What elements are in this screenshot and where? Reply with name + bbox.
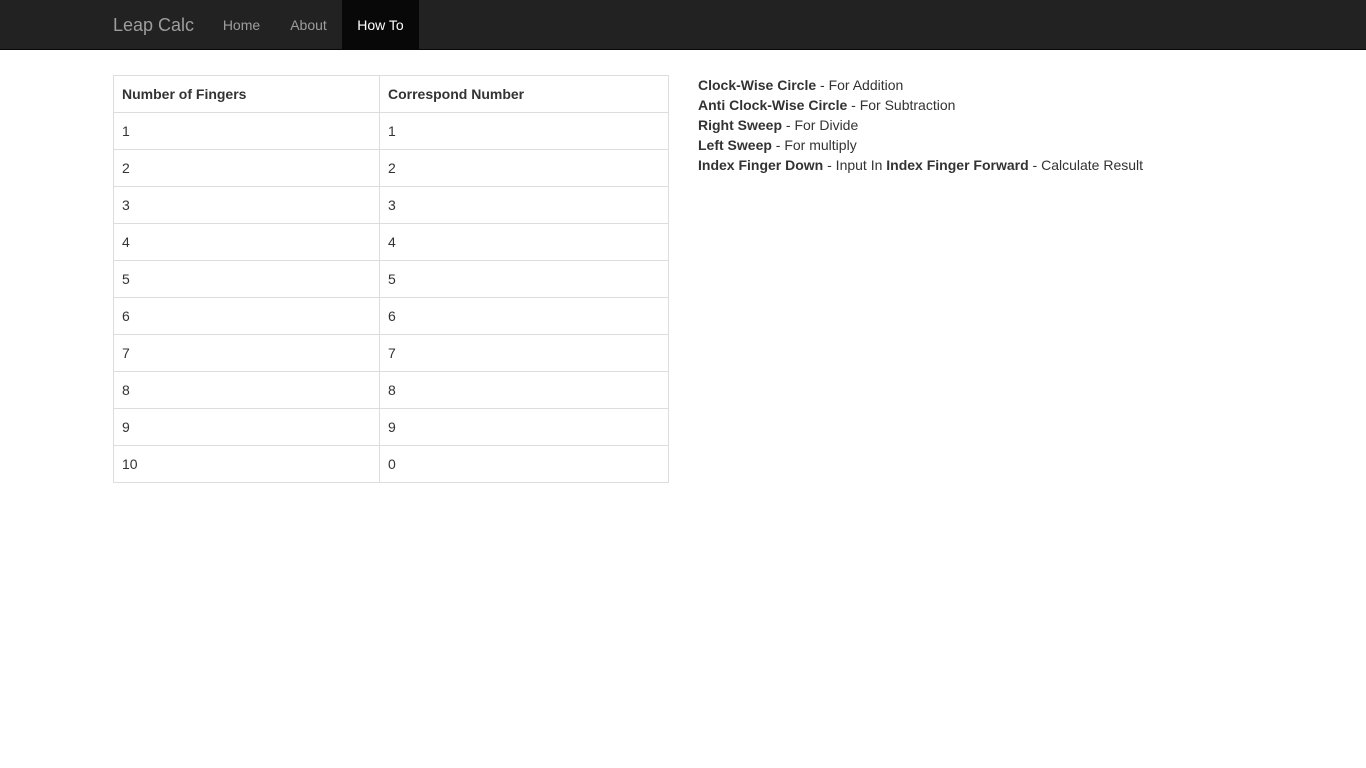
- table-row: 4 4: [113, 223, 669, 261]
- table-row: 9 9: [113, 408, 669, 446]
- gesture-line-addition: Clock-Wise Circle - For Addition: [698, 75, 1298, 95]
- fingers-cell: 2: [113, 149, 380, 187]
- fingers-cell: 9: [113, 408, 380, 446]
- gesture-desc-secondary: - Calculate Result: [1028, 157, 1144, 173]
- finger-mapping-table: Number of Fingers Correspond Number 1 1 …: [113, 75, 669, 483]
- header-correspond-number: Correspond Number: [379, 75, 669, 113]
- gesture-desc: - For Addition: [816, 77, 904, 93]
- table-row: 5 5: [113, 260, 669, 298]
- gesture-line-subtraction: Anti Clock-Wise Circle - For Subtraction: [698, 95, 1298, 115]
- gesture-line-divide: Right Sweep - For Divide: [698, 115, 1298, 135]
- fingers-cell: 6: [113, 297, 380, 335]
- fingers-cell: 4: [113, 223, 380, 261]
- table-row: 10 0: [113, 445, 669, 483]
- gesture-desc: - For Divide: [782, 117, 859, 133]
- gesture-name: Anti Clock-Wise Circle: [698, 97, 848, 113]
- table-row: 1 1: [113, 112, 669, 150]
- table-row: 7 7: [113, 334, 669, 372]
- number-cell: 6: [379, 297, 669, 335]
- table-row: 6 6: [113, 297, 669, 335]
- gesture-line-multiply: Left Sweep - For multiply: [698, 135, 1298, 155]
- brand-link[interactable]: Leap Calc: [113, 0, 194, 50]
- finger-mapping-table-container: Number of Fingers Correspond Number 1 1 …: [113, 75, 669, 483]
- number-cell: 3: [379, 186, 669, 224]
- number-cell: 7: [379, 334, 669, 372]
- fingers-cell: 3: [113, 186, 380, 224]
- gesture-desc: - Input In: [823, 157, 887, 173]
- number-cell: 4: [379, 223, 669, 261]
- gesture-desc: - For Subtraction: [847, 97, 956, 113]
- gesture-name: Left Sweep: [698, 137, 772, 153]
- gesture-name: Right Sweep: [698, 117, 783, 133]
- gesture-desc: - For multiply: [771, 137, 857, 153]
- nav-home-link[interactable]: Home: [209, 0, 274, 50]
- number-cell: 1: [379, 112, 669, 150]
- gesture-legend: Clock-Wise Circle - For Addition Anti Cl…: [698, 75, 1298, 175]
- number-cell: 8: [379, 371, 669, 409]
- fingers-cell: 10: [113, 445, 380, 483]
- fingers-cell: 8: [113, 371, 380, 409]
- number-cell: 2: [379, 149, 669, 187]
- table-row: 8 8: [113, 371, 669, 409]
- gesture-name: Clock-Wise Circle: [698, 77, 817, 93]
- gesture-line-input-calculate: Index Finger Down - Input In Index Finge…: [698, 155, 1298, 175]
- gesture-name: Index Finger Down: [698, 157, 824, 173]
- top-navbar: Leap Calc Home About How To: [0, 0, 1366, 50]
- gesture-name-secondary: Index Finger Forward: [886, 157, 1029, 173]
- fingers-cell: 5: [113, 260, 380, 298]
- number-cell: 9: [379, 408, 669, 446]
- table-row: 2 2: [113, 149, 669, 187]
- fingers-cell: 7: [113, 334, 380, 372]
- nav-howto-link[interactable]: How To: [342, 0, 419, 50]
- table-row: 3 3: [113, 186, 669, 224]
- table-header-row: Number of Fingers Correspond Number: [113, 75, 669, 113]
- header-number-of-fingers: Number of Fingers: [113, 75, 380, 113]
- nav-about-link[interactable]: About: [275, 0, 342, 50]
- number-cell: 5: [379, 260, 669, 298]
- number-cell: 0: [379, 445, 669, 483]
- fingers-cell: 1: [113, 112, 380, 150]
